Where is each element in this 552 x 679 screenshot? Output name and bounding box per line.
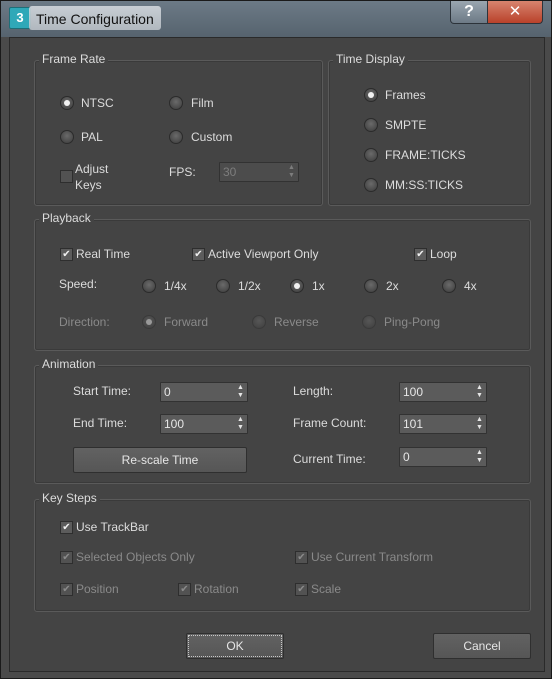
forward-radio[interactable] [142,315,156,329]
film-radio[interactable] [169,96,183,110]
selected-objects-only-label[interactable]: Selected Objects Only [76,550,195,564]
animation-title: Animation [39,357,99,371]
forward-label[interactable]: Forward [164,315,208,329]
real-time-checkbox[interactable]: ✔ [60,248,73,261]
direction-label: Direction: [59,315,110,329]
current-time-label: Current Time: [293,452,366,466]
spinner-arrows-icon[interactable]: ▲ ▼ [475,384,484,400]
mmss-ticks-radio[interactable] [364,178,378,192]
position-label[interactable]: Position [76,582,119,596]
start-time-spinner[interactable]: 0 ▲ ▼ [160,382,248,402]
loop-checkbox[interactable]: ✔ [414,248,427,261]
current-time-spinner[interactable]: 0 ▲ ▼ [399,447,487,467]
smpte-label[interactable]: SMPTE [385,118,426,132]
speed-quarter-label[interactable]: 1/4x [164,279,187,293]
selected-objects-only-checkbox[interactable]: ✔ [60,551,73,564]
length-spinner[interactable]: 100 ▲ ▼ [399,382,487,402]
spinner-arrows-icon[interactable]: ▲ ▼ [236,416,245,432]
position-checkbox[interactable]: ✔ [60,583,73,596]
fps-value: 30 [223,165,237,179]
ping-pong-radio[interactable] [362,315,376,329]
custom-label[interactable]: Custom [191,130,232,144]
ping-pong-label[interactable]: Ping-Pong [384,315,440,329]
speed-1x-radio[interactable] [290,279,304,293]
pal-radio[interactable] [60,130,74,144]
frame-ticks-radio[interactable] [364,148,378,162]
fps-spinner[interactable]: 30 ▲ ▼ [219,162,299,182]
cancel-button[interactable]: Cancel [433,633,531,659]
smpte-radio[interactable] [364,118,378,132]
adjust-keys-label-line1[interactable]: Adjust [75,162,108,176]
ok-button[interactable]: OK [186,633,284,659]
speed-1x-label[interactable]: 1x [312,279,325,293]
window-title: Time Configuration [36,11,154,27]
reverse-label[interactable]: Reverse [274,315,319,329]
use-current-transform-checkbox[interactable]: ✔ [295,551,308,564]
speed-label: Speed: [59,277,98,291]
help-button[interactable]: ? [450,1,488,24]
end-time-spinner[interactable]: 100 ▲ ▼ [160,414,248,434]
spinner-arrows-icon[interactable]: ▲ ▼ [287,164,296,180]
rescale-time-button[interactable]: Re-scale Time [73,447,247,473]
mmss-ticks-label[interactable]: MM:SS:TICKS [385,178,463,192]
frame-count-label: Frame Count: [293,416,367,430]
frame-rate-group: Frame Rate NTSC Film PAL Custom Adjust K… [34,52,323,206]
playback-group: Playback ✔ Real Time ✔ Active Viewport O… [34,211,531,351]
current-time-value: 0 [403,450,410,464]
frames-label[interactable]: Frames [385,88,426,102]
use-trackbar-checkbox[interactable]: ✔ [60,521,73,534]
scale-checkbox[interactable]: ✔ [295,583,308,596]
key-steps-group: Key Steps ✔ Use TrackBar ✔ Selected Obje… [34,491,531,612]
speed-half-radio[interactable] [216,279,230,293]
scale-label[interactable]: Scale [311,582,341,596]
speed-2x-label[interactable]: 2x [386,279,399,293]
spinner-arrows-icon[interactable]: ▲ ▼ [236,384,245,400]
key-steps-title: Key Steps [39,491,100,505]
active-viewport-only-checkbox[interactable]: ✔ [192,248,205,261]
length-label: Length: [293,384,334,398]
speed-4x-label[interactable]: 4x [464,279,477,293]
animation-group: Animation Start Time: 0 ▲ ▼ Length: 100 ▲… [34,357,531,484]
fps-label: FPS: [169,165,196,179]
end-time-value: 100 [164,417,185,431]
spinner-arrows-icon[interactable]: ▲ ▼ [475,416,484,432]
rotation-label[interactable]: Rotation [194,582,239,596]
spinner-arrows-icon[interactable]: ▲ ▼ [475,449,484,465]
frames-radio[interactable] [364,88,378,102]
close-button[interactable]: ✕ [487,1,543,24]
frame-count-spinner[interactable]: 101 ▲ ▼ [399,414,487,434]
rotation-checkbox[interactable]: ✔ [178,583,191,596]
frame-rate-title: Frame Rate [39,52,109,66]
custom-radio[interactable] [169,130,183,144]
film-label[interactable]: Film [191,96,214,110]
ntsc-label[interactable]: NTSC [81,96,114,110]
app-icon: 3 [9,7,31,29]
time-configuration-dialog: 3 Time Configuration ? ✕ Frame Rate NTSC… [0,0,552,679]
speed-half-label[interactable]: 1/2x [238,279,261,293]
time-display-group: Time Display Frames SMPTE FRAME:TICKS MM… [328,52,531,206]
speed-2x-radio[interactable] [364,279,378,293]
playback-title: Playback [39,211,94,225]
use-current-transform-label[interactable]: Use Current Transform [311,550,433,564]
start-time-label: Start Time: [73,384,132,398]
frame-count-value: 101 [403,417,424,431]
use-trackbar-label[interactable]: Use TrackBar [76,520,149,534]
real-time-label[interactable]: Real Time [76,247,130,261]
speed-4x-radio[interactable] [442,279,456,293]
ntsc-radio[interactable] [60,96,74,110]
active-viewport-only-label[interactable]: Active Viewport Only [208,247,319,261]
adjust-keys-checkbox[interactable] [60,170,73,183]
start-time-value: 0 [164,385,171,399]
adjust-keys-label-line2[interactable]: Keys [75,178,102,192]
loop-label[interactable]: Loop [430,247,457,261]
pal-label[interactable]: PAL [81,130,103,144]
speed-quarter-radio[interactable] [142,279,156,293]
time-display-title: Time Display [333,52,408,66]
end-time-label: End Time: [73,416,128,430]
length-value: 100 [403,385,424,399]
reverse-radio[interactable] [252,315,266,329]
dialog-body: Frame Rate NTSC Film PAL Custom Adjust K… [9,37,545,672]
frame-ticks-label[interactable]: FRAME:TICKS [385,148,466,162]
title-bar[interactable]: 3 Time Configuration ? ✕ [1,1,551,37]
